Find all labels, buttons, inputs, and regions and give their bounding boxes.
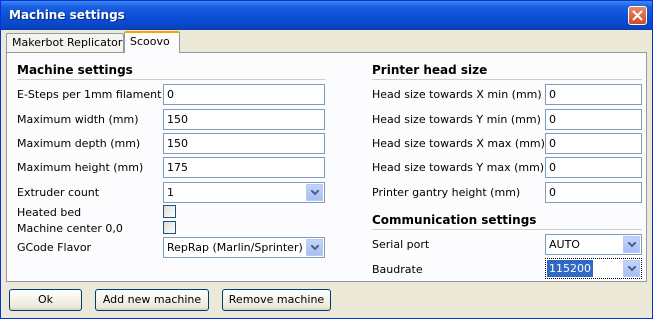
communication-heading: Communication settings bbox=[372, 213, 537, 227]
max-height-label: Maximum height (mm) bbox=[17, 161, 144, 174]
max-height-input[interactable]: 175 bbox=[163, 157, 325, 178]
serial-port-select[interactable]: AUTO bbox=[545, 234, 642, 255]
chevron-down-icon bbox=[628, 242, 636, 248]
max-width-input[interactable]: 150 bbox=[163, 109, 325, 130]
chevron-down-icon bbox=[628, 266, 636, 272]
e-steps-label: E-Steps per 1mm filament bbox=[17, 88, 162, 101]
x-min-input[interactable]: 0 bbox=[545, 84, 642, 105]
y-max-input[interactable]: 0 bbox=[545, 157, 642, 178]
title-bar[interactable]: Machine settings bbox=[1, 1, 652, 30]
window-title: Machine settings bbox=[9, 8, 125, 22]
machine-settings-dialog: Machine settings Makerbot Replicator Sco… bbox=[0, 0, 653, 319]
extruder-count-label: Extruder count bbox=[17, 186, 100, 199]
section-divider bbox=[17, 79, 325, 80]
x-min-label: Head size towards X min (mm) bbox=[372, 88, 542, 101]
remove-machine-button[interactable]: Remove machine bbox=[222, 289, 331, 311]
close-icon bbox=[632, 10, 643, 21]
tab-makerbot-replicator[interactable]: Makerbot Replicator bbox=[6, 33, 124, 52]
tab-scoovo[interactable]: Scoovo bbox=[124, 31, 180, 53]
dropdown-arrow-button[interactable] bbox=[306, 239, 323, 256]
serial-port-label: Serial port bbox=[372, 238, 430, 251]
section-divider bbox=[372, 229, 642, 230]
gantry-height-label: Printer gantry height (mm) bbox=[372, 186, 521, 199]
tab-panel: Machine settings E-Steps per 1mm filamen… bbox=[6, 52, 647, 282]
y-min-label: Head size towards Y min (mm) bbox=[372, 113, 541, 126]
baudrate-select[interactable]: 115200 bbox=[545, 258, 642, 279]
gcode-flavor-label: GCode Flavor bbox=[17, 241, 92, 254]
dropdown-arrow-button[interactable] bbox=[623, 260, 640, 277]
heated-bed-checkbox[interactable] bbox=[163, 205, 176, 218]
y-min-input[interactable]: 0 bbox=[545, 109, 642, 130]
max-depth-input[interactable]: 150 bbox=[163, 133, 325, 154]
y-max-label: Head size towards Y max (mm) bbox=[372, 161, 545, 174]
baudrate-label: Baudrate bbox=[372, 263, 423, 276]
max-depth-label: Maximum depth (mm) bbox=[17, 137, 141, 150]
dropdown-arrow-button[interactable] bbox=[623, 236, 640, 253]
x-max-label: Head size towards X max (mm) bbox=[372, 137, 545, 150]
machine-settings-heading: Machine settings bbox=[17, 63, 133, 77]
chevron-down-icon bbox=[311, 190, 319, 196]
gantry-height-input[interactable]: 0 bbox=[545, 182, 642, 203]
close-button[interactable] bbox=[628, 6, 647, 25]
max-width-label: Maximum width (mm) bbox=[17, 113, 139, 126]
dropdown-arrow-button[interactable] bbox=[306, 184, 323, 201]
chevron-down-icon bbox=[311, 245, 319, 251]
printer-head-heading: Printer head size bbox=[372, 63, 488, 77]
heated-bed-label: Heated bed bbox=[17, 206, 82, 219]
extruder-count-select[interactable]: 1 bbox=[163, 182, 325, 203]
gcode-flavor-value: RepRap (Marlin/Sprinter) bbox=[167, 241, 303, 254]
serial-port-value: AUTO bbox=[549, 238, 580, 251]
section-divider bbox=[372, 79, 642, 80]
machine-center-checkbox[interactable] bbox=[163, 221, 176, 234]
add-new-machine-button[interactable]: Add new machine bbox=[95, 289, 209, 311]
baudrate-value: 115200 bbox=[547, 260, 593, 277]
x-max-input[interactable]: 0 bbox=[545, 133, 642, 154]
extruder-count-value: 1 bbox=[167, 186, 174, 199]
gcode-flavor-select[interactable]: RepRap (Marlin/Sprinter) bbox=[163, 237, 325, 258]
e-steps-input[interactable]: 0 bbox=[163, 84, 325, 105]
ok-button[interactable]: Ok bbox=[9, 289, 82, 311]
machine-center-label: Machine center 0,0 bbox=[17, 222, 123, 235]
